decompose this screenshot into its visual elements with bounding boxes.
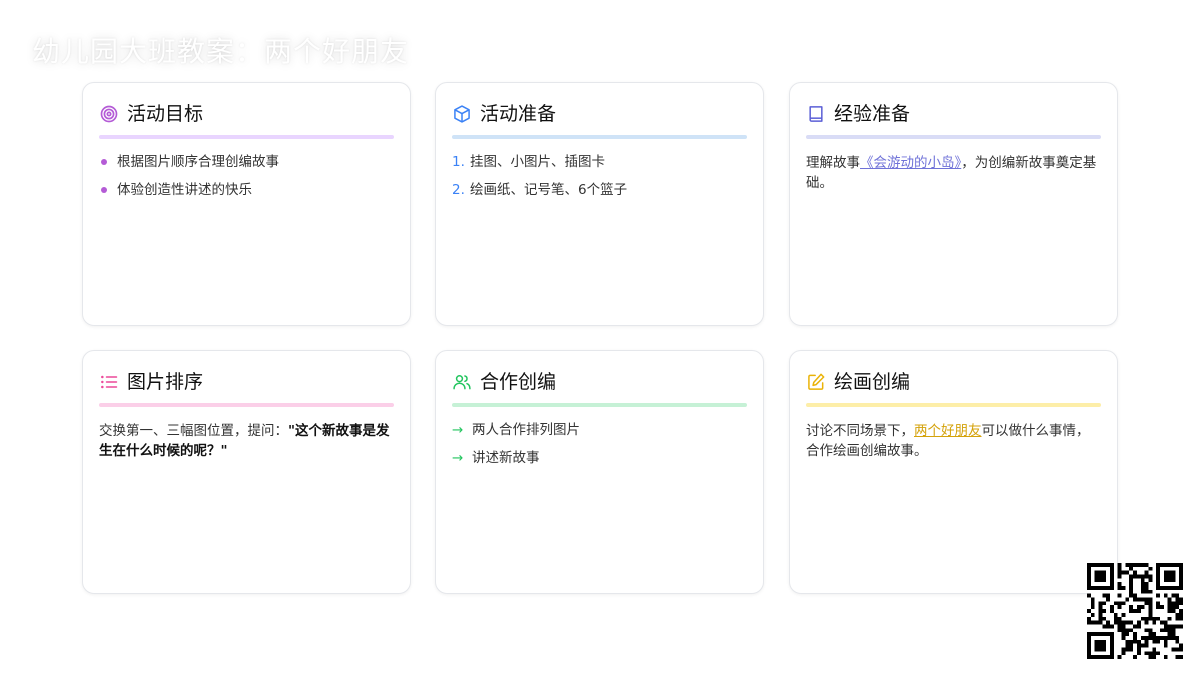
list-icon [99,372,119,392]
list-item-text: 根据图片顺序合理创编故事 [117,154,279,170]
card-title: 活动准备 [480,103,557,125]
package-icon [452,104,472,124]
drawing-text: 讨论不同场景下，两个好朋友可以做什么事情，合作绘画创编故事。 [806,421,1101,461]
list-item: → 讲述新故事 [452,449,747,467]
experience-text: 理解故事《会游动的小岛》，为创编新故事奠定基础。 [806,153,1101,193]
friends-link[interactable]: 两个好朋友 [914,423,982,439]
card-header: 经验准备 [806,101,1101,127]
list-item-text: 体验创造性讲述的快乐 [117,182,252,198]
card-header: 合作创编 [452,369,747,395]
bullet-icon [101,159,107,165]
card-divider [99,135,394,139]
card-activity-preparation: 活动准备 1. 挂图、小图片、插图卡 2. 绘画纸、记号笔、6个篮子 [435,82,764,326]
list-item-text: 两人合作排列图片 [472,422,580,438]
list-item-text: 讲述新故事 [472,450,540,466]
ordering-text: 交换第一、三幅图位置，提问："这个新故事是发生在什么时候的呢？" [99,421,394,461]
list-item-text: 绘画纸、记号笔、6个篮子 [470,182,628,198]
card-drawing-creation: 绘画创编 讨论不同场景下，两个好朋友可以做什么事情，合作绘画创编故事。 [789,350,1118,594]
card-cooperative-creation: 合作创编 → 两人合作排列图片 → 讲述新故事 [435,350,764,594]
card-header: 绘画创编 [806,369,1101,395]
card-divider [452,403,747,407]
card-title: 图片排序 [127,371,204,393]
list-item: 根据图片顺序合理创编故事 [99,153,394,171]
list-number: 1. [452,154,465,170]
book-icon [806,104,826,124]
list-item: 2. 绘画纸、记号笔、6个篮子 [452,181,747,199]
text-segment: 理解故事 [806,155,860,171]
list-item: → 两人合作排列图片 [452,421,747,439]
card-title: 活动目标 [127,103,204,125]
story-link[interactable]: 《会游动的小岛》 [860,155,961,171]
target-icon [99,104,119,124]
qr-code-icon [1087,563,1183,659]
list-item-text: 挂图、小图片、插图卡 [470,154,605,170]
card-activity-goals: 活动目标 根据图片顺序合理创编故事 体验创造性讲述的快乐 [82,82,411,326]
card-divider [806,135,1101,139]
edit-icon [806,372,826,392]
card-header: 图片排序 [99,369,394,395]
card-divider [806,403,1101,407]
card-title: 经验准备 [834,103,911,125]
card-title: 绘画创编 [834,371,911,393]
goals-list: 根据图片顺序合理创编故事 体验创造性讲述的快乐 [99,153,394,199]
arrow-right-icon: → [452,450,464,466]
card-divider [99,403,394,407]
preparation-list: 1. 挂图、小图片、插图卡 2. 绘画纸、记号笔、6个篮子 [452,153,747,199]
card-header: 活动准备 [452,101,747,127]
quote-mark: " [220,443,228,459]
users-icon [452,372,472,392]
list-item: 1. 挂图、小图片、插图卡 [452,153,747,171]
text-segment: 交换第一、三幅图位置，提问： [99,423,288,439]
list-item: 体验创造性讲述的快乐 [99,181,394,199]
card-picture-ordering: 图片排序 交换第一、三幅图位置，提问："这个新故事是发生在什么时候的呢？" [82,350,411,594]
cooperation-list: → 两人合作排列图片 → 讲述新故事 [452,421,747,467]
text-segment: 讨论不同场景下， [806,423,914,439]
card-divider [452,135,747,139]
quote-mark: " [288,423,296,439]
bullet-icon [101,187,107,193]
page-title: 幼儿园大班教案：两个好朋友 [32,35,410,68]
arrow-right-icon: → [452,422,464,438]
card-header: 活动目标 [99,101,394,127]
card-title: 合作创编 [480,371,557,393]
card-experience-preparation: 经验准备 理解故事《会游动的小岛》，为创编新故事奠定基础。 [789,82,1118,326]
list-number: 2. [452,182,465,198]
